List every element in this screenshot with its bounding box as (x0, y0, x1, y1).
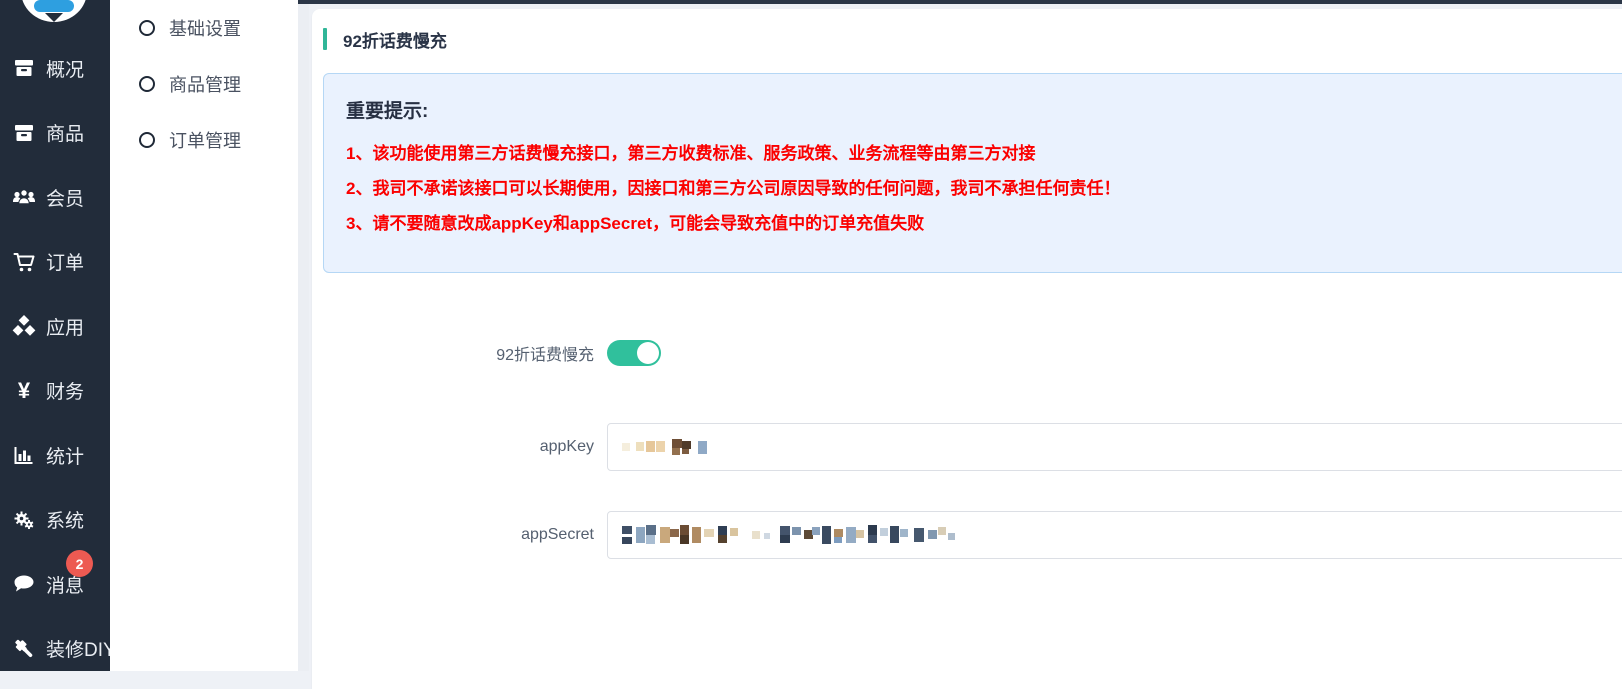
archive-box-icon (11, 56, 37, 80)
submenu-item-order-management[interactable]: 订单管理 (110, 112, 298, 168)
alert-line-1: 1、该功能使用第三方话费慢充接口，第三方收费标准、服务政策、业务流程等由第三方对… (346, 136, 1621, 171)
messages-count-badge: 2 (66, 550, 93, 577)
appkey-input[interactable] (607, 423, 1622, 471)
comment-icon (11, 572, 37, 596)
alert-line-2: 2、我司不承诺该接口可以长期使用，因接口和第三方公司原因导致的任何问题，我司不承… (346, 171, 1621, 206)
sidebar-item-label: 商品 (46, 119, 84, 146)
appsecret-input[interactable] (607, 511, 1622, 559)
submenu-item-basic-settings[interactable]: 基础设置 (110, 0, 298, 56)
submenu-item-label: 基础设置 (169, 15, 241, 41)
toggle-form-row: 92折话费慢充 (323, 340, 1622, 366)
radio-ring-icon (139, 76, 155, 92)
sidebar-item-members[interactable]: 会员 (0, 165, 110, 230)
sidebar-item-label: 财务 (46, 377, 84, 404)
sidebar-item-apps[interactable]: 应用 (0, 294, 110, 359)
appkey-form-row: appKey (323, 423, 1622, 471)
toggle-knob (637, 342, 659, 364)
submenu-item-label: 商品管理 (169, 71, 241, 97)
sidebar-item-statistics[interactable]: 统计 (0, 423, 110, 488)
feature-toggle-switch[interactable] (607, 340, 661, 366)
sidebar-item-label: 装修DIY (46, 635, 110, 662)
app-logo-bar (34, 0, 74, 12)
section-accent-bar (323, 28, 327, 50)
appsecret-masked-value (622, 525, 957, 545)
sidebar-item-system[interactable]: 系统 (0, 488, 110, 553)
sidebar-item-label: 应用 (46, 313, 84, 340)
sidebar-item-label: 统计 (46, 442, 84, 469)
sidebar-item-overview[interactable]: 概况 (0, 36, 110, 101)
appsecret-label: appSecret (323, 526, 607, 544)
appkey-masked-value (622, 438, 722, 456)
header-bottom-edge (298, 0, 1622, 4)
users-icon (11, 185, 37, 209)
sidebar-item-label: 会员 (46, 184, 84, 211)
toggle-label: 92折话费慢充 (323, 341, 607, 365)
cart-icon (11, 250, 37, 274)
yen-icon: ¥ (11, 379, 37, 403)
cubes-icon (11, 314, 37, 338)
primary-sidebar: 概况 商品 会员 订单 应用 ¥ (0, 0, 110, 671)
sidebar-item-label: 概况 (46, 55, 84, 82)
submenu-scrollbar-track[interactable] (298, 4, 309, 671)
content-panel: 92折话费慢充 重要提示: 1、该功能使用第三方话费慢充接口，第三方收费标准、服… (312, 9, 1622, 689)
alert-title: 重要提示: (346, 96, 1621, 123)
sidebar-item-messages[interactable]: 2 消息 (0, 552, 110, 617)
sidebar-item-orders[interactable]: 订单 (0, 230, 110, 295)
bar-chart-icon (11, 443, 37, 467)
app-logo-notch (45, 13, 63, 22)
appkey-label: appKey (323, 438, 607, 456)
radio-ring-icon (139, 20, 155, 36)
submenu-item-label: 订单管理 (169, 127, 241, 153)
sidebar-item-label: 系统 (46, 506, 84, 533)
primary-nav: 概况 商品 会员 订单 应用 ¥ (0, 0, 110, 671)
sidebar-item-products[interactable]: 商品 (0, 101, 110, 166)
sidebar-item-label: 订单 (46, 248, 84, 275)
submenu-item-product-management[interactable]: 商品管理 (110, 56, 298, 112)
gears-icon (11, 508, 37, 532)
settings-form: 92折话费慢充 appKey (323, 340, 1622, 559)
radio-ring-icon (139, 132, 155, 148)
gavel-icon (11, 637, 37, 661)
important-notice-alert: 重要提示: 1、该功能使用第三方话费慢充接口，第三方收费标准、服务政策、业务流程… (323, 73, 1622, 273)
section-title: 92折话费慢充 (343, 27, 447, 52)
section-header: 92折话费慢充 (323, 28, 1622, 50)
alert-line-3: 3、请不要随意改成appKey和appSecret，可能会导致充值中的订单充值失… (346, 206, 1621, 241)
sidebar-item-decorate-diy[interactable]: 装修DIY (0, 617, 110, 672)
archive-box-icon (11, 121, 37, 145)
sidebar-item-finance[interactable]: ¥ 财务 (0, 359, 110, 424)
appsecret-form-row: appSecret (323, 511, 1622, 559)
secondary-sidebar: 基础设置 商品管理 订单管理 (110, 0, 298, 671)
